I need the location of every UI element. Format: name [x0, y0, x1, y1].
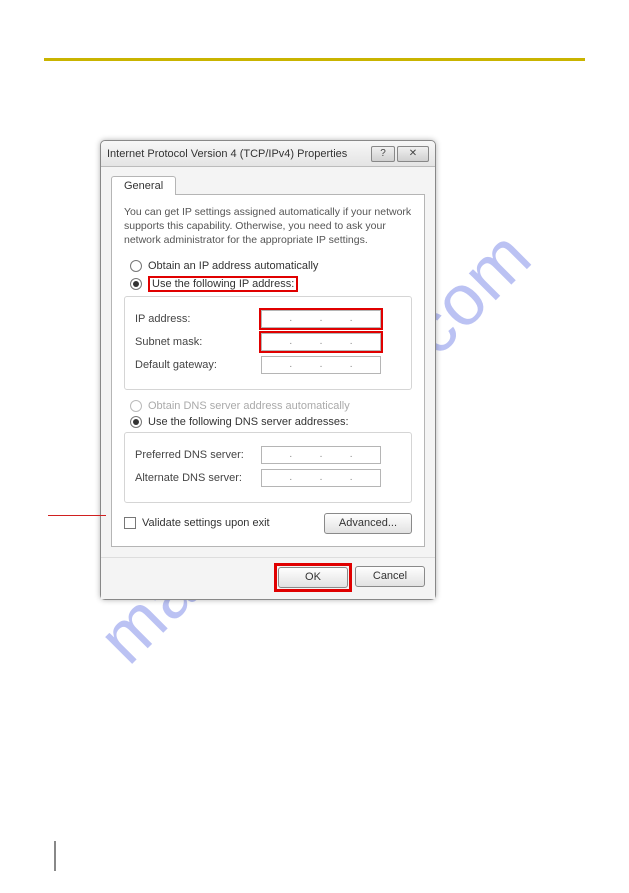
close-icon: ✕ — [409, 148, 417, 159]
subnet-mask-label: Subnet mask: — [135, 336, 253, 348]
ok-button[interactable]: OK — [278, 567, 348, 588]
tab-content: You can get IP settings assigned automat… — [111, 195, 425, 547]
dialog-title: Internet Protocol Version 4 (TCP/IPv4) P… — [107, 148, 369, 160]
titlebar[interactable]: Internet Protocol Version 4 (TCP/IPv4) P… — [101, 141, 435, 167]
validate-checkbox-row[interactable]: Validate settings upon exit — [124, 517, 270, 529]
page-top-rule — [44, 58, 585, 61]
ok-highlight: OK — [277, 566, 349, 589]
advanced-button[interactable]: Advanced... — [324, 513, 412, 534]
help-button[interactable]: ? — [371, 146, 395, 162]
radio-ip-manual[interactable]: Use the following IP address: — [130, 276, 412, 292]
ip-address-input[interactable]: ... — [261, 310, 381, 328]
radio-icon — [130, 400, 142, 412]
checkbox-icon — [124, 517, 136, 529]
ip-fieldset: IP address: ... Subnet mask: ... Default… — [124, 296, 412, 390]
radio-icon — [130, 260, 142, 272]
radio-dns-auto: Obtain DNS server address automatically — [130, 400, 412, 412]
tab-general[interactable]: General — [111, 176, 176, 195]
close-button[interactable]: ✕ — [397, 146, 429, 162]
dialog-body: General You can get IP settings assigned… — [101, 167, 435, 557]
radio-ip-auto-label: Obtain an IP address automatically — [148, 260, 318, 272]
validate-label: Validate settings upon exit — [142, 517, 270, 529]
radio-ip-manual-label: Use the following IP address: — [148, 276, 298, 292]
preferred-dns-input[interactable]: ... — [261, 446, 381, 464]
dns-fieldset: Preferred DNS server: ... Alternate DNS … — [124, 432, 412, 503]
ip-address-label: IP address: — [135, 313, 253, 325]
preferred-dns-label: Preferred DNS server: — [135, 449, 253, 461]
dialog-button-bar: OK Cancel — [101, 557, 435, 599]
radio-dns-auto-label: Obtain DNS server address automatically — [148, 400, 350, 412]
ok-button-label: OK — [305, 571, 321, 583]
alternate-dns-input[interactable]: ... — [261, 469, 381, 487]
ipv4-properties-dialog: Internet Protocol Version 4 (TCP/IPv4) P… — [100, 140, 436, 600]
cancel-button[interactable]: Cancel — [355, 566, 425, 587]
red-underline-mark — [48, 515, 106, 516]
radio-icon — [130, 278, 142, 290]
radio-ip-auto[interactable]: Obtain an IP address automatically — [130, 260, 412, 272]
tabstrip: General — [111, 175, 425, 195]
radio-icon — [130, 416, 142, 428]
default-gateway-input[interactable]: ... — [261, 356, 381, 374]
cancel-button-label: Cancel — [373, 570, 407, 582]
default-gateway-label: Default gateway: — [135, 359, 253, 371]
subnet-mask-input[interactable]: ... — [261, 333, 381, 351]
footer-rule — [54, 841, 56, 871]
help-icon: ? — [380, 148, 386, 159]
advanced-button-label: Advanced... — [339, 517, 397, 529]
alternate-dns-label: Alternate DNS server: — [135, 472, 253, 484]
radio-dns-manual-label: Use the following DNS server addresses: — [148, 416, 349, 428]
radio-dns-manual[interactable]: Use the following DNS server addresses: — [130, 416, 412, 428]
intro-text: You can get IP settings assigned automat… — [124, 205, 412, 248]
